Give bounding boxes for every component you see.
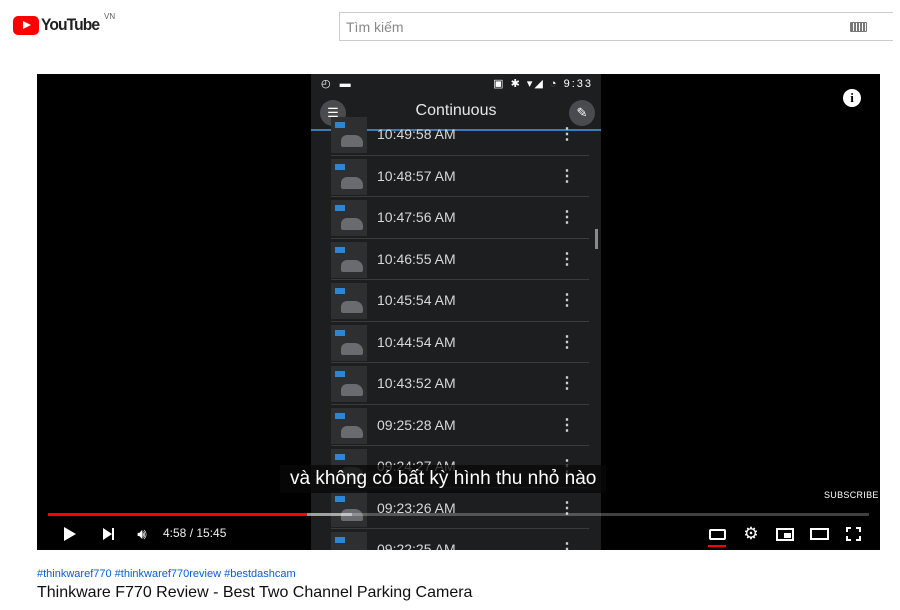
recording-row: 09:25:28 AM ⋮ <box>331 405 589 446</box>
recording-time: 10:45:54 AM <box>377 292 456 308</box>
more-vert-icon: ⋮ <box>559 333 575 351</box>
subtitle-caption: và không có bất kỳ hình thu nhỏ nào <box>280 465 607 493</box>
more-vert-icon: ⋮ <box>559 250 575 268</box>
phone-status-bar: ◴ ▬ ▣ ✱ ▾◢ ◔ 9:33 <box>311 74 601 94</box>
dashcam-thumbnail-icon <box>331 366 367 402</box>
more-vert-icon: ⋮ <box>559 375 575 392</box>
dashcam-thumbnail-icon <box>331 283 367 319</box>
dashcam-thumbnail-icon <box>331 200 367 236</box>
recording-time: 10:48:57 AM <box>377 167 456 184</box>
logo-text: YouTube <box>41 15 100 34</box>
dashcam-thumbnail-icon <box>331 241 367 278</box>
recording-time: 09:25:28 AM <box>377 416 456 433</box>
status-icons-right: ▣ ✱ ▾◢ ◔ 9:33 <box>493 78 593 90</box>
country-code: VN <box>104 12 116 21</box>
recording-time: 10:44:54 AM <box>377 333 456 350</box>
youtube-logo-icon <box>13 15 39 35</box>
recording-time: 10:47:56 AM <box>377 209 456 225</box>
dashcam-thumbnail-icon <box>331 324 367 361</box>
recording-row: 10:45:54 AM ⋮ <box>331 280 589 322</box>
dashcam-thumbnail-icon <box>331 407 367 444</box>
masthead: YouTube VN <box>0 0 900 52</box>
recording-time: 10:43:52 AM <box>377 375 456 391</box>
volume-icon[interactable]: 🔊︎ <box>131 522 153 546</box>
video-player[interactable]: ◴ ▬ ▣ ✱ ▾◢ ◔ 9:33 ☰ Continuous ✎ 10:49:5… <box>37 74 880 550</box>
status-icons-left: ◴ ▬ <box>321 78 354 90</box>
info-icon[interactable]: i <box>843 89 861 107</box>
subscribe-watermark[interactable]: SUBSCRIBE <box>824 490 879 500</box>
recording-row: 10:46:55 AM ⋮ <box>331 239 589 280</box>
more-vert-icon: ⋮ <box>559 167 575 185</box>
dashcam-thumbnail-icon <box>331 117 367 153</box>
dashcam-thumbnail-icon <box>331 158 367 195</box>
search-input[interactable] <box>346 13 826 40</box>
recording-time: 10:49:58 AM <box>377 126 456 142</box>
phone-scrollbar <box>595 229 598 249</box>
settings-icon[interactable]: ⚙︎ <box>740 522 762 546</box>
keyboard-icon[interactable] <box>850 22 867 32</box>
more-vert-icon: ⋮ <box>559 209 575 226</box>
miniplayer-icon[interactable] <box>774 522 796 546</box>
time-display: 4:58 / 15:45 <box>163 526 227 540</box>
more-vert-icon: ⋮ <box>559 292 575 309</box>
next-icon[interactable] <box>99 522 117 546</box>
video-title: Thinkware F770 Review - Best Two Channel… <box>37 584 473 601</box>
fullscreen-icon[interactable] <box>842 522 864 546</box>
subtitles-icon[interactable] <box>706 522 728 547</box>
hashtags[interactable]: #thinkwaref770 #thinkwaref770review #bes… <box>37 568 296 580</box>
recording-row: 10:48:57 AM ⋮ <box>331 156 589 197</box>
more-vert-icon: ⋮ <box>559 126 575 143</box>
recording-row: 10:44:54 AM ⋮ <box>331 322 589 363</box>
recording-row: 10:47:56 AM ⋮ <box>331 197 589 239</box>
recording-row: 10:49:58 AM ⋮ <box>331 114 589 156</box>
recording-time: 10:46:55 AM <box>377 250 456 267</box>
recording-row: 10:43:52 AM ⋮ <box>331 363 589 405</box>
progress-played <box>48 513 308 516</box>
search-box[interactable] <box>339 12 893 41</box>
more-vert-icon: ⋮ <box>559 416 575 434</box>
theater-icon[interactable] <box>808 522 830 546</box>
play-icon[interactable] <box>61 522 79 546</box>
player-controls: 🔊︎ 4:58 / 15:45 ⚙︎ <box>37 520 880 550</box>
youtube-logo[interactable]: YouTube VN <box>13 12 115 35</box>
progress-bar[interactable] <box>48 513 869 516</box>
